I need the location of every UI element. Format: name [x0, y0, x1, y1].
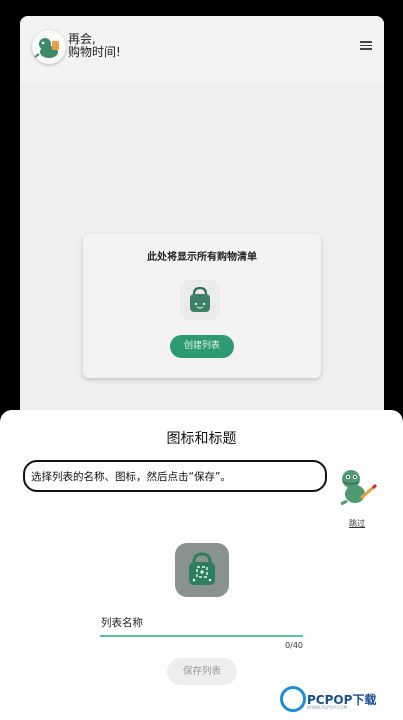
shopping-bag-icon: [189, 552, 215, 585]
app-header: 再会, 购物时间!: [20, 16, 384, 82]
hint-speech-bubble: 选择列表的名称、图标，然后点击“保存”。: [23, 460, 327, 492]
empty-list-card: 此处将显示所有购物清单 创建列表: [83, 234, 321, 378]
list-icon-picker[interactable]: [175, 543, 229, 597]
watermark-logo: PCPOP下载 WWW.PCPOP.COM: [280, 682, 400, 716]
create-list-button[interactable]: 创建列表: [170, 335, 234, 358]
dino-avatar: [32, 30, 66, 64]
watermark-p-icon: [280, 686, 306, 712]
empty-state-message: 此处将显示所有购物清单: [147, 252, 257, 263]
greeting-line2: 购物时间!: [68, 45, 121, 59]
background-screen: 再会, 购物时间! 此处将显示所有购物清单 创建列表: [20, 16, 384, 436]
bottom-sheet: 图标和标题 选择列表的名称、图标，然后点击“保存”。 跳过 列表名称 0/40 …: [0, 410, 403, 720]
dino-mascot-icon: [340, 470, 378, 506]
list-name-placeholder: 列表名称: [101, 617, 143, 629]
page-title: 再会, 购物时间!: [68, 33, 188, 59]
shopping-bag-icon: [180, 280, 220, 320]
skip-link[interactable]: 跳过: [349, 518, 365, 529]
watermark-url: WWW.PCPOP.COM: [307, 706, 348, 711]
hamburger-menu-icon[interactable]: [360, 39, 372, 51]
character-counter: 0/40: [285, 641, 303, 650]
save-list-button[interactable]: 保存列表: [167, 658, 237, 685]
hint-text: 选择列表的名称、图标，然后点击“保存”。: [31, 471, 231, 483]
input-underline: [100, 635, 303, 637]
sheet-title: 图标和标题: [166, 431, 237, 447]
dino-icon: [34, 38, 59, 58]
